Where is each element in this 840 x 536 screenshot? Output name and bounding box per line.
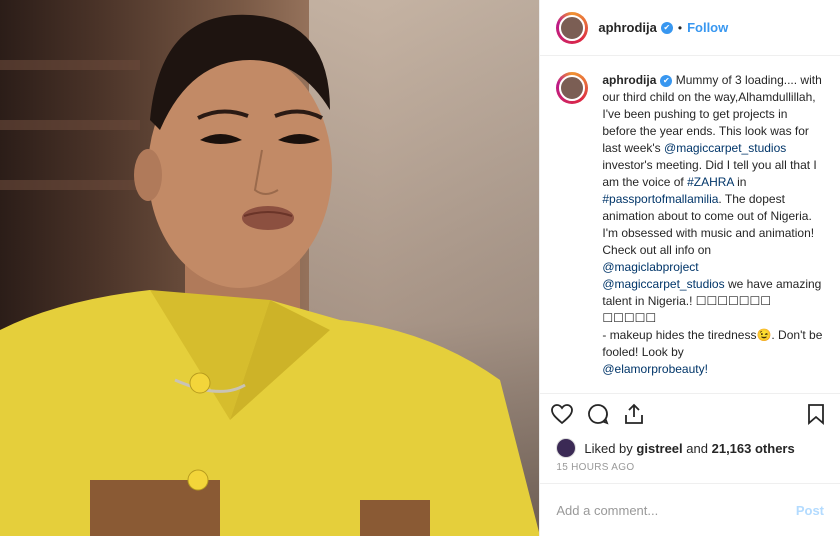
action-bar — [540, 393, 840, 434]
post-header: aphrodija ✔ • Follow — [540, 0, 840, 56]
liker-avatar[interactable] — [556, 438, 577, 458]
caption-username[interactable]: aphrodija — [602, 73, 656, 87]
likes-row: Liked by gistreel and 21,163 others — [540, 434, 840, 462]
follow-button[interactable]: Follow — [687, 20, 728, 35]
verified-badge-icon: ✔ — [660, 21, 673, 34]
avatar-image — [559, 75, 586, 101]
comment-bar: Add a comment... Post — [540, 483, 840, 536]
post-timestamp[interactable]: 15 HOURS AGO — [540, 462, 840, 483]
share-icon[interactable] — [622, 402, 646, 426]
instagram-post: aphrodija ✔ • Follow aphrodija ✔ Mummy of… — [0, 0, 840, 536]
liker-username[interactable]: gistreel — [636, 441, 682, 456]
bookmark-icon[interactable] — [804, 402, 828, 426]
heart-icon[interactable] — [550, 402, 574, 426]
mention-link[interactable]: @magiccarpet_studios — [602, 277, 724, 291]
photo-subject — [0, 14, 540, 536]
caption-text-part: - makeup hides the tiredness😉. Don't be … — [602, 328, 823, 359]
caption-text: aphrodija ✔ Mummy of 3 loading.... with o… — [602, 72, 822, 393]
post-comment-button[interactable]: Post — [796, 503, 824, 518]
mention-link[interactable]: @magiccarpet_studios — [664, 141, 786, 155]
comment-icon[interactable] — [586, 402, 610, 426]
separator-dot: • — [677, 20, 683, 35]
avatar-image — [559, 14, 586, 41]
post-photo[interactable] — [0, 0, 540, 536]
verified-badge-icon: ✔ — [660, 74, 673, 87]
mention-link[interactable]: @magiclabproject — [602, 260, 698, 274]
caption-avatar[interactable] — [556, 72, 589, 104]
username-link[interactable]: aphrodija — [598, 20, 657, 35]
likes-count[interactable]: 21,163 others — [712, 441, 795, 456]
caption-text-part: in — [733, 175, 747, 189]
post-sidebar: aphrodija ✔ • Follow aphrodija ✔ Mummy of… — [539, 0, 840, 536]
comment-input[interactable]: Add a comment... — [556, 503, 795, 518]
likes-and: and — [686, 440, 708, 456]
hashtag-link[interactable]: #passportofmallamilia — [602, 192, 718, 206]
caption-section: aphrodija ✔ Mummy of 3 loading.... with o… — [540, 56, 840, 393]
hashtag-link[interactable]: #ZAHRA — [687, 175, 734, 189]
likes-prefix: Liked by — [584, 440, 633, 456]
mention-link[interactable]: @elamorprobeauty! — [602, 362, 708, 376]
avatar[interactable] — [556, 11, 589, 44]
